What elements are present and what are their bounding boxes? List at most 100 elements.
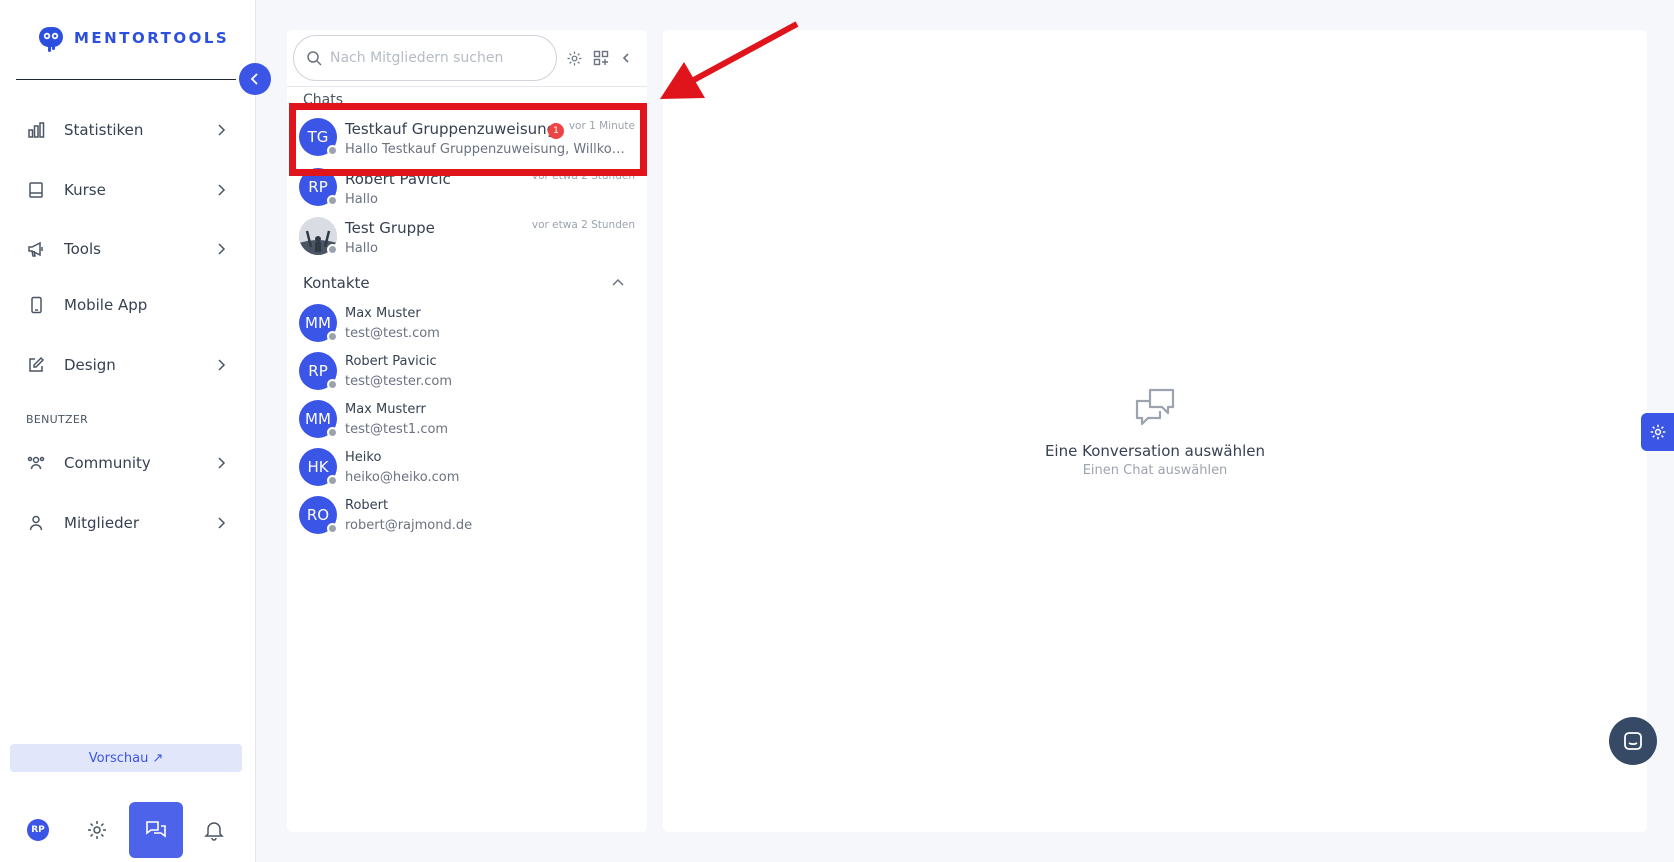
contact-row[interactable]: RO Robert robert@rajmond.de: [287, 492, 647, 538]
sidebar-item-label: Community: [64, 454, 151, 472]
chat-bubbles-icon: [146, 821, 166, 838]
avatar: TG: [299, 118, 338, 156]
chevron-right-icon: [214, 516, 228, 530]
contact-email: test@test.com: [345, 326, 440, 341]
empty-state-title: Eine Konversation auswählen: [1044, 442, 1266, 460]
chat-settings-gear-icon[interactable]: [565, 49, 583, 67]
floating-settings-button[interactable]: [1641, 413, 1674, 451]
chevron-right-icon: [214, 123, 228, 137]
avatar-initials: RO: [306, 506, 330, 524]
conversation-message: Hallo Testkauf Gruppenzuweisung, Willkom…: [345, 142, 630, 157]
status-dot: [327, 379, 338, 390]
preview-button[interactable]: Vorschau ↗: [10, 744, 242, 772]
sidebar-item-kurse[interactable]: Kurse: [26, 175, 228, 205]
search-input[interactable]: [330, 50, 550, 66]
status-dot: [327, 145, 338, 156]
contact-email: test@tester.com: [345, 374, 452, 389]
conversation-row[interactable]: TG Testkauf Gruppenzuweisung 1 vor 1 Min…: [287, 114, 647, 160]
search-box[interactable]: [293, 35, 557, 81]
sidebar-item-label: Statistiken: [64, 121, 144, 139]
message-icon: [1624, 732, 1642, 750]
collapse-panel-chevron-icon[interactable]: [617, 49, 635, 67]
contacts-section-toggle[interactable]: Kontakte: [303, 273, 633, 295]
sidebar-item-label: Mobile App: [64, 296, 148, 314]
pen-icon: [26, 355, 46, 375]
brand-logo[interactable]: MENTORTOOLS: [36, 22, 229, 54]
chevron-right-icon: [214, 242, 228, 256]
book-icon: [26, 180, 46, 200]
new-group-grid-icon[interactable]: [592, 49, 610, 67]
chat-list-panel: Chats TG Testkauf Gruppenzuweisung 1 vor…: [287, 30, 647, 832]
sidebar-item-mitglieder[interactable]: Mitglieder: [26, 508, 228, 538]
user-icon: [26, 513, 46, 533]
sidebar-collapse-button[interactable]: [239, 63, 271, 95]
megaphone-icon: [26, 239, 46, 259]
chats-heading: Chats: [303, 92, 344, 108]
contact-name: Max Muster: [345, 306, 421, 321]
support-chat-launcher[interactable]: [1609, 717, 1657, 765]
settings-gear-icon[interactable]: [86, 819, 108, 841]
status-dot: [327, 427, 338, 438]
sidebar-item-design[interactable]: Design: [26, 350, 228, 380]
chevron-up-icon: [611, 275, 625, 289]
sidebar-item-statistiken[interactable]: Statistiken: [26, 115, 228, 145]
smartphone-icon: [26, 295, 46, 315]
chevron-right-icon: [214, 183, 228, 197]
contacts-heading: Kontakte: [303, 274, 370, 292]
conversation-name: Testkauf Gruppenzuweisung: [345, 120, 557, 138]
avatar-initials: HK: [307, 458, 329, 476]
avatar: MM: [299, 304, 338, 342]
robot-logo-icon: [39, 27, 63, 52]
chevron-right-icon: [214, 456, 228, 470]
status-dot: [327, 244, 338, 255]
contact-name: Max Musterr: [345, 402, 426, 417]
sidebar-item-mobile-app[interactable]: Mobile App: [26, 290, 228, 320]
sidebar-item-label: Design: [64, 356, 116, 374]
conversation-time: vor etwa 2 Stunden: [531, 170, 635, 182]
avatar: RP: [299, 352, 338, 390]
sidebar-item-label: Mitglieder: [64, 514, 139, 532]
avatar: RO: [299, 496, 338, 534]
group-photo-avatar: [299, 217, 338, 255]
logo-divider: [16, 79, 236, 80]
chevron-right-icon: [214, 358, 228, 372]
contact-row[interactable]: MM Max Muster test@test.com: [287, 300, 647, 346]
contact-row[interactable]: HK Heiko heiko@heiko.com: [287, 444, 647, 490]
avatar-initials: MM: [305, 314, 331, 332]
sidebar-item-label: Tools: [64, 240, 101, 258]
chat-bubbles-icon: [1133, 386, 1177, 430]
avatar-initials: MM: [305, 410, 331, 428]
panel-divider: [287, 86, 647, 87]
user-avatar[interactable]: RP: [27, 819, 49, 841]
conversation-name: Robert Pavicic: [345, 170, 451, 188]
contact-name: Robert Pavicic: [345, 354, 437, 369]
avatar: HK: [299, 448, 338, 486]
avatar-initials: RP: [308, 362, 328, 380]
conversation-name: Test Gruppe: [345, 219, 435, 237]
sidebar-item-community[interactable]: Community: [26, 448, 228, 478]
brand-name: MENTORTOOLS: [74, 29, 230, 47]
empty-state: Eine Konversation auswählen Einen Chat a…: [663, 386, 1647, 478]
sidebar-item-label: Kurse: [64, 181, 106, 199]
external-link-icon: ↗: [152, 750, 164, 766]
gear-icon: [1650, 424, 1665, 440]
conversation-area: Eine Konversation auswählen Einen Chat a…: [663, 30, 1647, 832]
conversation-row[interactable]: RP Robert Pavicic vor etwa 2 Stunden Hal…: [287, 164, 647, 210]
conversation-row[interactable]: Test Gruppe vor etwa 2 Stunden Hallo: [287, 213, 647, 259]
unread-badge: 1: [548, 123, 564, 139]
conversation-time: vor 1 Minute: [568, 120, 635, 132]
contact-name: Robert: [345, 498, 389, 513]
sidebar-bottom-bar: RP: [0, 800, 256, 858]
sidebar-item-tools[interactable]: Tools: [26, 234, 228, 264]
avatar-initials: RP: [308, 178, 328, 196]
contact-row[interactable]: MM Max Musterr test@test1.com: [287, 396, 647, 442]
conversation-message: Hallo: [345, 241, 378, 256]
contact-row[interactable]: RP Robert Pavicic test@tester.com: [287, 348, 647, 394]
chat-nav-button[interactable]: [129, 802, 183, 858]
users-icon: [26, 453, 46, 473]
bell-icon[interactable]: [203, 819, 225, 841]
contact-email: robert@rajmond.de: [345, 518, 473, 533]
sidebar: MENTORTOOLS Statistiken Kurse Tools Mobi…: [0, 0, 256, 862]
status-dot: [327, 195, 338, 206]
section-label-benutzer: BENUTZER: [26, 413, 89, 426]
